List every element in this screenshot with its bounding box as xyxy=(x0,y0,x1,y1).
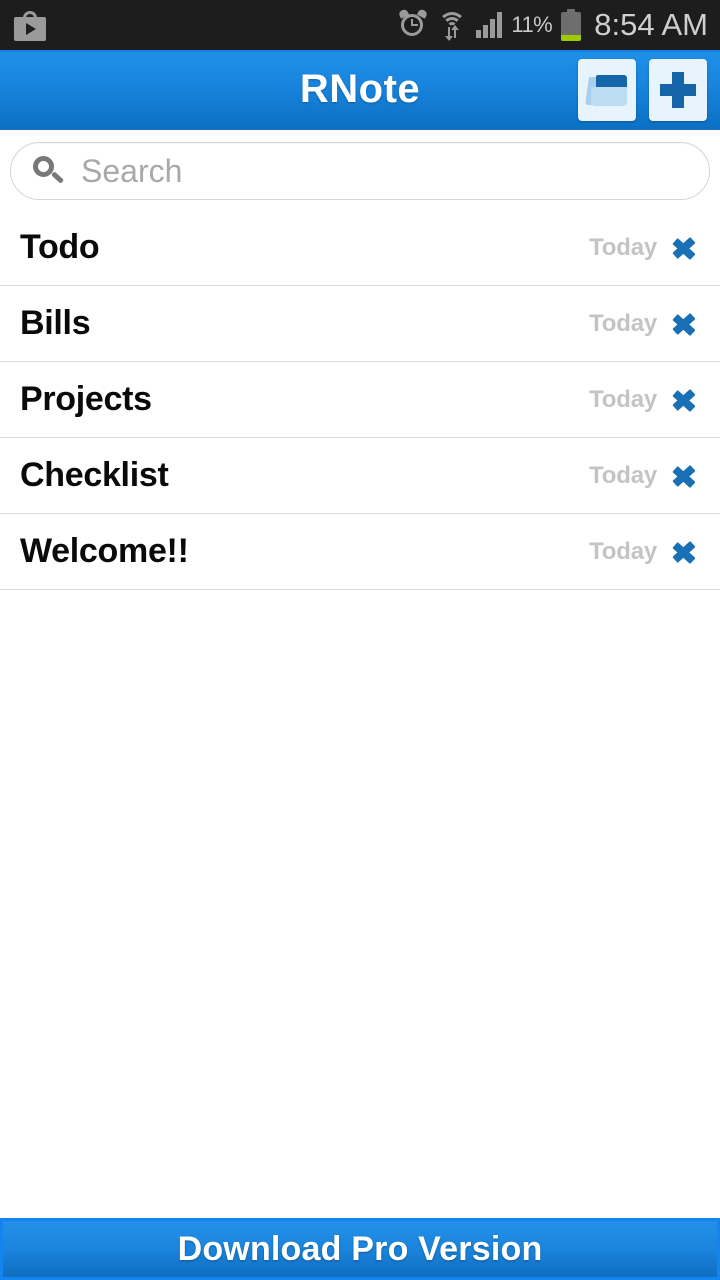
cellular-signal-icon xyxy=(476,12,503,38)
chevron-right-icon[interactable] xyxy=(672,231,701,265)
note-date: Today xyxy=(589,233,657,261)
note-meta: Today xyxy=(589,535,720,569)
note-meta: Today xyxy=(589,231,720,265)
note-title: Bills xyxy=(20,304,91,342)
note-meta: Today xyxy=(589,307,720,341)
status-bar-system: 11% 8:54 AM xyxy=(398,7,720,43)
alarm-clock-icon xyxy=(398,8,429,40)
note-date: Today xyxy=(589,461,657,489)
note-title: Checklist xyxy=(20,456,169,494)
note-list: Todo Today Bills Today Projects Today Ch… xyxy=(0,210,720,590)
folder-icon xyxy=(585,73,627,107)
note-title: Welcome!! xyxy=(20,532,189,570)
note-list-item-todo[interactable]: Todo Today xyxy=(0,210,720,286)
search-placeholder: Search xyxy=(81,152,183,189)
status-bar: 11% 8:54 AM xyxy=(0,0,720,50)
status-bar-clock: 8:54 AM xyxy=(594,7,708,42)
note-title: Todo xyxy=(20,228,100,266)
note-list-item-bills[interactable]: Bills Today xyxy=(0,286,720,362)
note-list-item-checklist[interactable]: Checklist Today xyxy=(0,438,720,514)
download-pro-label: Download Pro Version xyxy=(177,1229,543,1268)
note-date: Today xyxy=(589,537,657,565)
battery-percent-label: 11% xyxy=(511,12,553,37)
status-bar-notifications xyxy=(0,9,46,41)
download-pro-banner[interactable]: Download Pro Version xyxy=(0,1218,720,1280)
search-input[interactable]: Search xyxy=(10,142,710,200)
note-meta: Today xyxy=(589,459,720,493)
note-meta: Today xyxy=(589,383,720,417)
note-title: Projects xyxy=(20,380,152,418)
chevron-right-icon[interactable] xyxy=(672,535,701,569)
app-screen: 11% 8:54 AM RNote Search Todo Today Bill… xyxy=(0,0,720,1280)
app-bar: RNote xyxy=(0,50,720,130)
search-bar[interactable]: Search xyxy=(10,142,710,200)
wifi-transfer-icon xyxy=(437,10,467,41)
play-store-icon xyxy=(14,9,46,41)
note-date: Today xyxy=(589,385,657,413)
chevron-right-icon[interactable] xyxy=(672,307,701,341)
chevron-right-icon[interactable] xyxy=(672,459,701,493)
chevron-right-icon[interactable] xyxy=(672,383,701,417)
search-icon xyxy=(31,154,65,188)
battery-low-icon xyxy=(561,9,582,41)
note-list-item-welcome[interactable]: Welcome!! Today xyxy=(0,514,720,590)
add-note-button[interactable] xyxy=(649,58,707,121)
app-bar-actions xyxy=(578,58,720,121)
note-list-item-projects[interactable]: Projects Today xyxy=(0,362,720,438)
plus-icon xyxy=(660,71,696,108)
note-date: Today xyxy=(589,309,657,337)
folder-button[interactable] xyxy=(578,58,636,121)
